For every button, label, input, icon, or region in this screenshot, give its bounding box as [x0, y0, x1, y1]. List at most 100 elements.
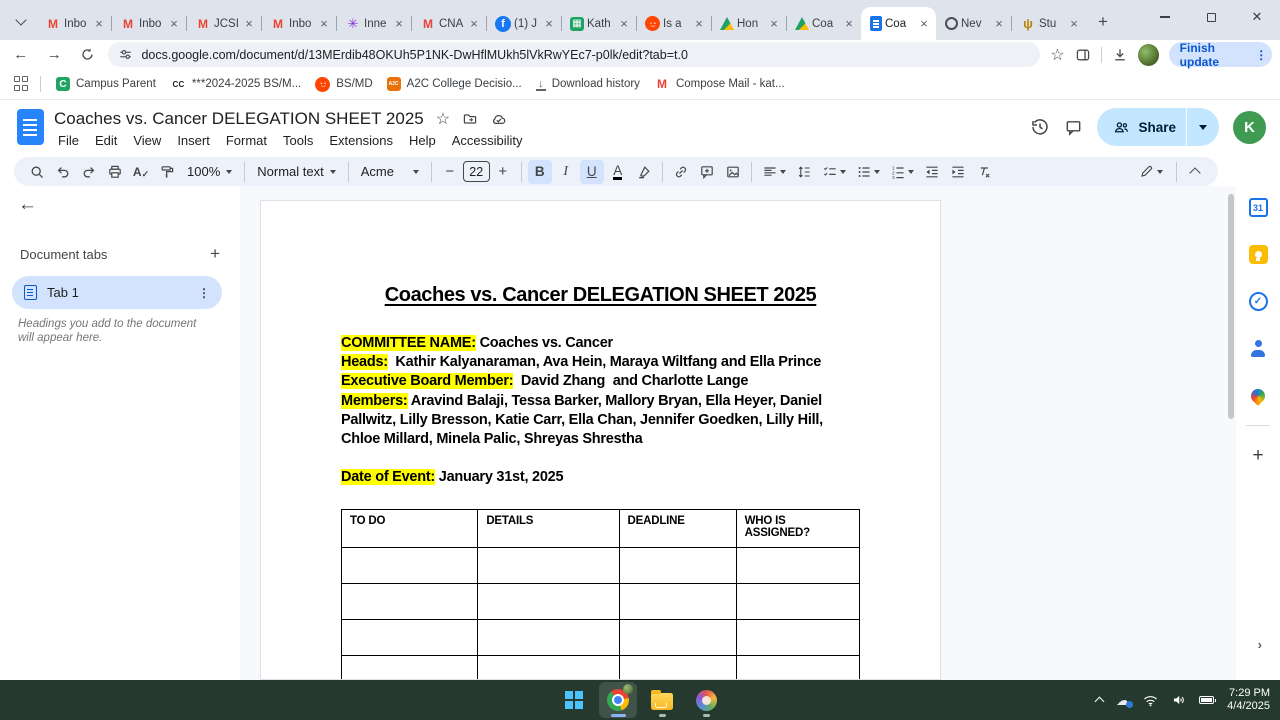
- back-arrow-button[interactable]: ←: [18, 194, 37, 216]
- decrease-font-size-button[interactable]: −: [438, 160, 462, 184]
- downloads-button[interactable]: [1112, 47, 1128, 63]
- tasks-icon[interactable]: ✓: [1248, 292, 1268, 311]
- tab-close-icon[interactable]: ×: [92, 17, 106, 31]
- insert-link-button[interactable]: [669, 160, 693, 184]
- bookmark-item[interactable]: BS/MD: [315, 76, 373, 92]
- forward-button[interactable]: →: [41, 42, 66, 68]
- keep-icon[interactable]: [1248, 245, 1268, 264]
- table-cell[interactable]: [618, 583, 737, 621]
- editing-mode-button[interactable]: [1132, 160, 1170, 184]
- tab-close-icon[interactable]: ×: [842, 17, 856, 31]
- browser-tab[interactable]: Stu ×: [1011, 7, 1086, 40]
- browser-tab[interactable]: Is a ×: [636, 7, 711, 40]
- finish-update-button[interactable]: Finish update ⋮: [1168, 41, 1272, 69]
- share-dropdown-button[interactable]: [1187, 124, 1219, 130]
- wifi-icon[interactable]: [1143, 694, 1158, 707]
- insert-image-button[interactable]: [721, 160, 745, 184]
- browser-tab[interactable]: Inbo ×: [36, 7, 111, 40]
- table-cell[interactable]: [477, 655, 620, 679]
- document-scrollbar[interactable]: [1228, 194, 1234, 419]
- table-cell[interactable]: [340, 547, 479, 585]
- menu-search-button[interactable]: [25, 160, 49, 184]
- maps-icon[interactable]: [1248, 385, 1268, 406]
- paint-format-button[interactable]: [155, 160, 179, 184]
- onedrive-icon[interactable]: ☁: [1116, 692, 1134, 709]
- line-spacing-button[interactable]: [792, 160, 816, 184]
- table-cell[interactable]: [477, 547, 620, 585]
- tab-close-icon[interactable]: ×: [692, 17, 706, 31]
- contacts-icon[interactable]: [1249, 339, 1268, 358]
- table-cell[interactable]: [340, 583, 479, 621]
- share-button[interactable]: Share: [1097, 108, 1219, 146]
- tab-close-icon[interactable]: ×: [542, 17, 556, 31]
- table-cell[interactable]: [340, 619, 479, 657]
- table-cell[interactable]: [618, 547, 737, 585]
- browser-tab[interactable]: Inbo ×: [261, 7, 336, 40]
- taskbar-paint-button[interactable]: [687, 682, 725, 718]
- comments-button[interactable]: [1064, 118, 1083, 137]
- table-cell[interactable]: [735, 583, 861, 621]
- checklist-button[interactable]: [818, 160, 850, 184]
- tab-close-icon[interactable]: ×: [617, 17, 631, 31]
- back-button[interactable]: ←: [8, 42, 33, 68]
- browser-tab[interactable]: Inbo ×: [111, 7, 186, 40]
- browser-tab[interactable]: Nev ×: [936, 7, 1011, 40]
- minimize-button[interactable]: [1142, 0, 1188, 34]
- todo-table[interactable]: TO DO DETAILS DEADLINE WHO IS ASSIGNED?: [340, 509, 861, 679]
- menu-format[interactable]: Format: [218, 131, 275, 150]
- highlight-color-button[interactable]: [632, 160, 656, 184]
- get-addons-button[interactable]: +: [1249, 445, 1268, 466]
- apps-grid-icon[interactable]: [14, 76, 30, 92]
- tab-options-button[interactable]: ⋮: [198, 286, 210, 300]
- undo-button[interactable]: [51, 160, 75, 184]
- star-document-button[interactable]: ☆: [436, 109, 450, 129]
- browser-tab[interactable]: Coa ×: [861, 7, 936, 40]
- table-cell[interactable]: [735, 547, 861, 585]
- document-tab-item[interactable]: Tab 1 ⋮: [12, 276, 222, 309]
- profile-avatar[interactable]: [1137, 43, 1159, 66]
- taskbar-clock[interactable]: 7:29 PM 4/4/2025: [1227, 687, 1270, 713]
- clear-formatting-button[interactable]: [972, 160, 996, 184]
- paragraph-style-select[interactable]: Normal text: [250, 164, 342, 179]
- menu-accessibility[interactable]: Accessibility: [444, 131, 531, 150]
- account-avatar[interactable]: K: [1233, 110, 1266, 144]
- menu-insert[interactable]: Insert: [169, 131, 218, 150]
- browser-tab[interactable]: CNA×: [411, 7, 486, 40]
- tab-close-icon[interactable]: ×: [1067, 17, 1081, 31]
- add-tab-button[interactable]: +: [210, 244, 220, 264]
- browser-tab[interactable]: Hon ×: [711, 7, 786, 40]
- table-cell[interactable]: [340, 655, 479, 679]
- tab-close-icon[interactable]: ×: [992, 17, 1006, 31]
- menu-edit[interactable]: Edit: [87, 131, 125, 150]
- bookmark-item[interactable]: Campus Parent: [56, 77, 156, 91]
- tab-close-icon[interactable]: ×: [242, 17, 256, 31]
- font-family-select[interactable]: Acme: [354, 164, 426, 179]
- underline-button[interactable]: U: [579, 159, 604, 184]
- side-panel-button[interactable]: [1075, 47, 1091, 63]
- increase-font-size-button[interactable]: +: [491, 160, 515, 184]
- browser-tab[interactable]: Coa ×: [786, 7, 861, 40]
- table-cell[interactable]: [618, 655, 737, 679]
- menu-tools[interactable]: Tools: [275, 131, 321, 150]
- browser-tab[interactable]: Kath ×: [561, 7, 636, 40]
- menu-file[interactable]: File: [50, 131, 87, 150]
- bookmark-item[interactable]: A2C College Decisio...: [386, 77, 522, 91]
- table-cell[interactable]: [477, 583, 620, 621]
- table-cell[interactable]: [618, 619, 737, 657]
- tab-search-button[interactable]: [8, 9, 34, 35]
- hide-menus-button[interactable]: [1183, 160, 1207, 184]
- add-comment-button[interactable]: [695, 160, 719, 184]
- version-history-button[interactable]: [1030, 117, 1050, 137]
- spellcheck-button[interactable]: A ✓: [129, 160, 153, 184]
- italic-button[interactable]: I: [554, 160, 578, 184]
- align-button[interactable]: [758, 160, 790, 184]
- taskbar-explorer-button[interactable]: [643, 682, 681, 718]
- text-color-button[interactable]: A: [606, 160, 630, 184]
- document-title[interactable]: Coaches vs. Cancer DELEGATION SHEET 2025: [54, 109, 424, 129]
- reload-button[interactable]: [75, 42, 100, 68]
- table-cell[interactable]: [735, 619, 861, 657]
- document-status-button[interactable]: [490, 111, 507, 128]
- numbered-list-button[interactable]: 123: [886, 160, 918, 184]
- new-tab-button[interactable]: +: [1090, 9, 1116, 35]
- bookmark-item[interactable]: ***2024-2025 BS/M...: [170, 76, 301, 92]
